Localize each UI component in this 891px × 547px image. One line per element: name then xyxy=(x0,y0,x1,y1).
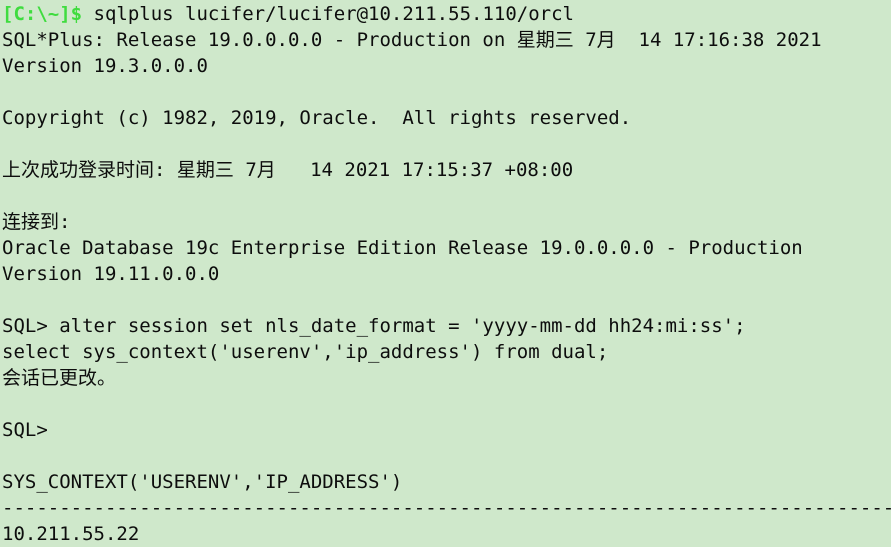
terminal-line-select-sys-context: select sys_context('userenv','ip_address… xyxy=(2,341,609,363)
terminal-line-db-version: Version 19.11.0.0.0 xyxy=(2,263,220,285)
terminal-line-alter-session: SQL> alter session set nls_date_format =… xyxy=(2,315,746,337)
terminal-line-db-edition: Oracle Database 19c Enterprise Edition R… xyxy=(2,237,803,259)
shell-command-text: sqlplus lucifer/lucifer@10.211.55.110/or… xyxy=(82,3,574,25)
terminal-line-session-altered: 会话已更改。 xyxy=(2,367,117,389)
shell-prompt-label: [C:\~]$ xyxy=(2,3,83,25)
terminal-line-sqlplus-release: SQL*Plus: Release 19.0.0.0.0 - Productio… xyxy=(2,29,822,51)
terminal-line-shell-prompt: [C:\~]$ sqlplus lucifer/lucifer@10.211.5… xyxy=(2,1,891,27)
terminal-line-blank-6 xyxy=(2,443,891,469)
terminal-line-blank-2 xyxy=(2,131,891,157)
terminal-line-connected-to: 连接到: xyxy=(2,211,71,233)
terminal-line-separator: ----------------------------------------… xyxy=(2,497,891,519)
terminal-line-sql-prompt-2: SQL> xyxy=(2,419,48,441)
terminal-line-blank-4 xyxy=(2,287,891,313)
terminal-line-blank-5 xyxy=(2,391,891,417)
terminal-line-blank-1 xyxy=(2,79,891,105)
terminal-line-blank-3 xyxy=(2,183,891,209)
terminal-line-copyright: Copyright (c) 1982, 2019, Oracle. All ri… xyxy=(2,107,632,129)
terminal-line-sqlplus-version: Version 19.3.0.0.0 xyxy=(2,55,208,77)
terminal-line-result-value: 10.211.55.22 xyxy=(2,523,140,545)
terminal-line-column-header: SYS_CONTEXT('USERENV','IP_ADDRESS') xyxy=(2,471,403,493)
terminal-line-last-login: 上次成功登录时间: 星期三 7月 14 2021 17:15:37 +08:00 xyxy=(2,159,574,181)
terminal-window[interactable]: [C:\~]$ sqlplus lucifer/lucifer@10.211.5… xyxy=(0,0,891,545)
